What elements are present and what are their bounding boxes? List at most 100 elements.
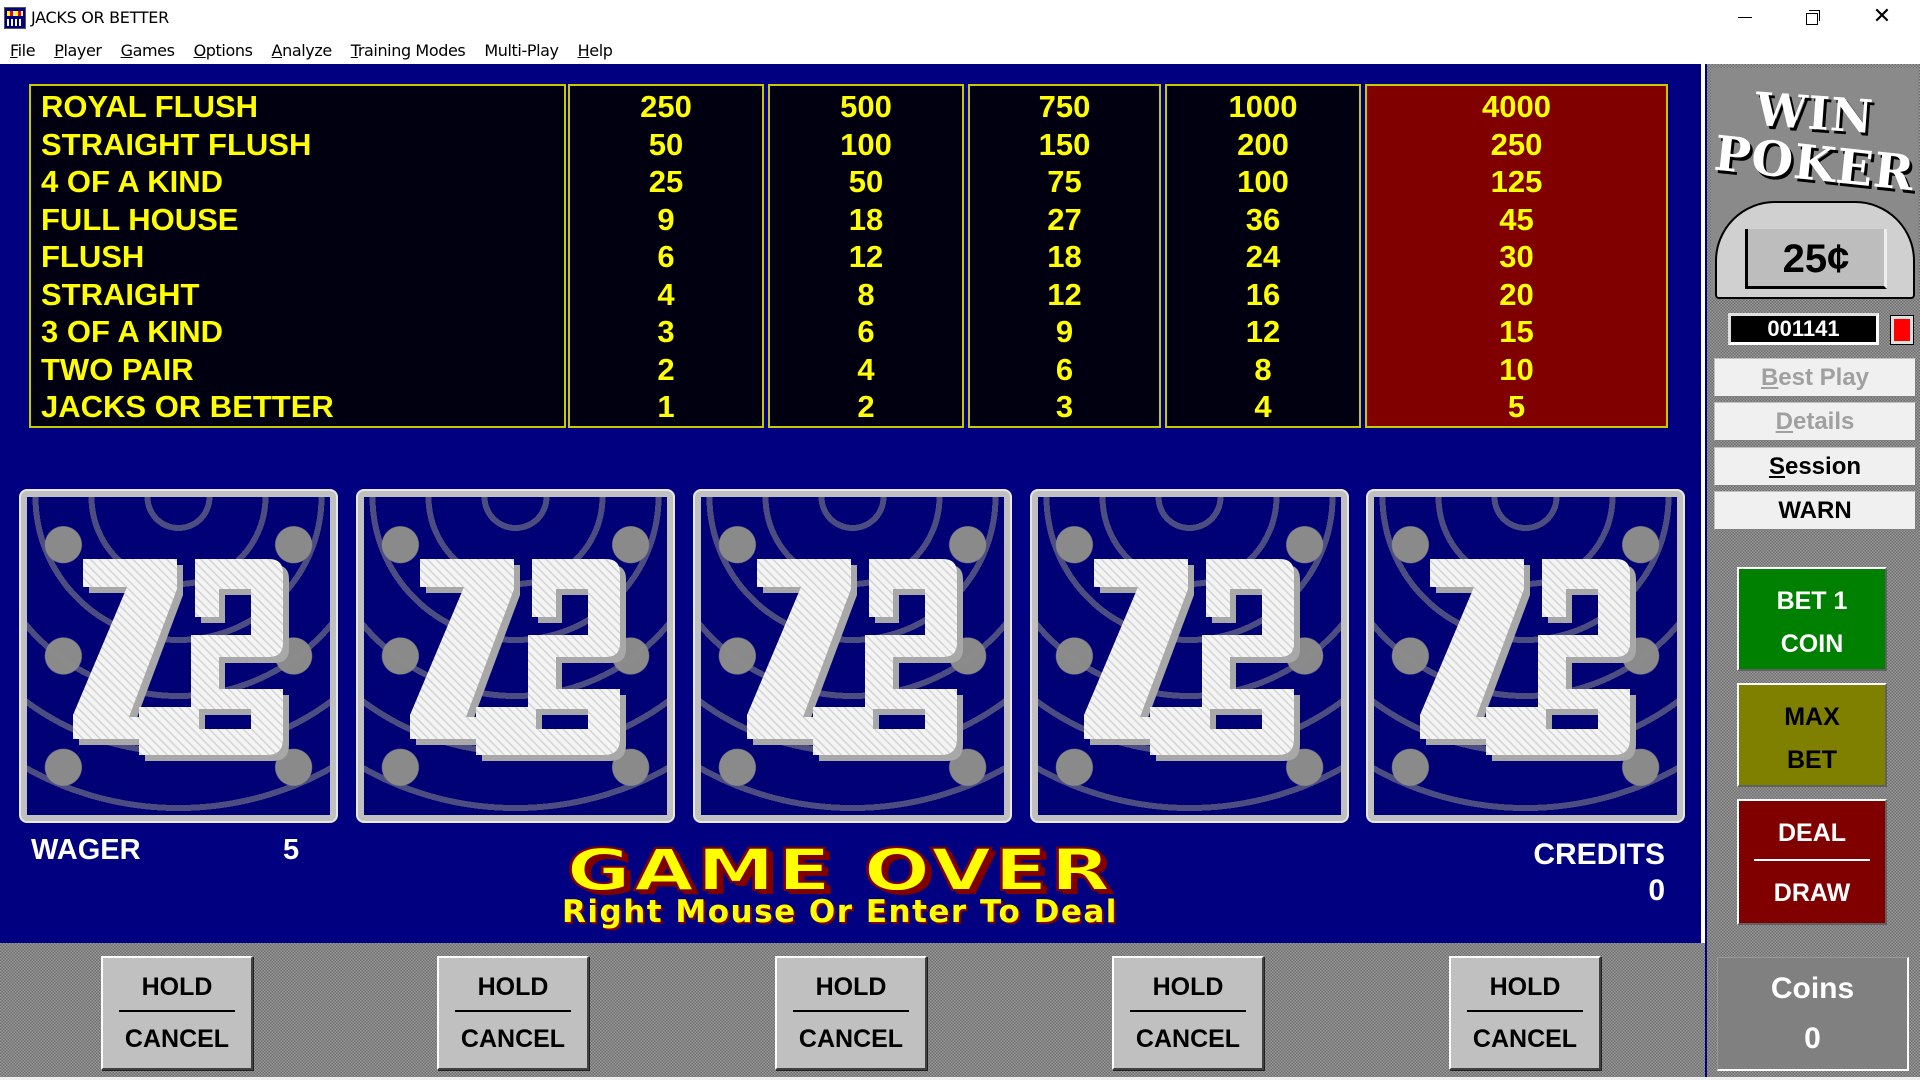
menu-label: Multi-Play xyxy=(484,40,559,60)
label: est Play xyxy=(1778,364,1870,391)
menu-multi-play[interactable]: Multi-Play xyxy=(484,40,559,60)
paytable-payout: 500 xyxy=(840,89,892,124)
bet-one-coin-button[interactable]: BET 1 COIN xyxy=(1737,567,1887,671)
close-icon: ✕ xyxy=(1872,4,1892,29)
menu-label: nalyze xyxy=(282,40,332,60)
menu-games[interactable]: Games xyxy=(121,41,175,60)
hold-label: HOLD xyxy=(1489,973,1561,1001)
paytable-payout: 4 xyxy=(657,276,675,312)
divider xyxy=(1754,859,1870,861)
minimize-button[interactable] xyxy=(1711,0,1779,34)
paytable-payout: 9 xyxy=(657,201,675,237)
menu-training-modes[interactable]: Training Modes xyxy=(351,41,466,60)
menu-label: ptions xyxy=(205,40,253,60)
menu-accel: H xyxy=(577,40,590,60)
paytable-column-5-coins-highlighted: 4000 250 125 45 30 20 15 10 5 xyxy=(1365,84,1668,428)
paytable-payout: 36 xyxy=(1245,201,1281,237)
paytable-payout: 24 xyxy=(1245,239,1281,274)
wager-label: WAGER xyxy=(31,834,141,866)
card-back xyxy=(364,497,667,815)
credits-value: 0 xyxy=(1648,874,1665,907)
label-line-1: MAX xyxy=(1784,703,1840,731)
paytable-payout: 12 xyxy=(1245,314,1281,349)
paytable-payout: 12 xyxy=(848,239,884,274)
label-line-1: BET 1 xyxy=(1776,587,1848,615)
warn-button[interactable]: WARN xyxy=(1714,491,1916,530)
paytable-payout: 4000 xyxy=(1482,89,1551,124)
card-2[interactable] xyxy=(356,489,675,823)
hold-label: HOLD xyxy=(1152,973,1224,1001)
card-back xyxy=(27,497,330,815)
hold-cancel-button-5[interactable]: HOLD CANCEL xyxy=(1449,956,1601,1070)
menu-label: elp xyxy=(589,40,613,60)
hold-cancel-button-3[interactable]: HOLD CANCEL xyxy=(775,956,927,1070)
label: WARN xyxy=(1778,497,1852,524)
game-table: ROYAL FLUSH STRAIGHT FLUSH 4 OF A KIND FULL… xyxy=(0,64,1703,943)
paytable-payout: 5 xyxy=(1507,389,1526,424)
deal-draw-button[interactable]: DEAL DRAW xyxy=(1737,799,1887,925)
paytable-payout: 1 xyxy=(657,389,675,424)
credits-label: CREDITS xyxy=(1533,838,1665,871)
paytable-payout: 150 xyxy=(1038,126,1091,162)
paytable-payout: 12 xyxy=(1047,276,1082,312)
card-back-logo-icon xyxy=(1080,539,1302,777)
label: ession xyxy=(1784,453,1862,480)
paytable-hand-name: ROYAL FLUSH xyxy=(41,89,259,124)
details-button[interactable]: Details xyxy=(1714,402,1916,441)
card-back xyxy=(1038,497,1341,815)
menu-file[interactable]: File xyxy=(10,41,36,60)
menu-accel: A xyxy=(271,40,283,60)
restore-icon xyxy=(1806,10,1820,25)
paytable-payout: 3 xyxy=(657,314,675,349)
menu-bar: File Player Games Options Analyze Traini… xyxy=(0,36,1920,64)
paytable-hand-name: 3 OF A KIND xyxy=(41,314,223,349)
hold-label: HOLD xyxy=(477,973,549,1001)
best-play-button[interactable]: Best Play xyxy=(1714,358,1916,397)
menu-label: layer xyxy=(63,40,102,60)
menu-analyze[interactable]: Analyze xyxy=(271,40,333,60)
coins-label: Coins xyxy=(1770,972,1855,1005)
cancel-label: CANCEL xyxy=(124,1025,230,1053)
side-panel: WIN POKER 25¢ 001141 Best Play Details S… xyxy=(1705,64,1920,1078)
paytable-payout: 250 xyxy=(1490,126,1543,162)
session-button[interactable]: Session xyxy=(1714,447,1916,486)
paytable-payout: 45 xyxy=(1499,201,1534,237)
menu-player[interactable]: Player xyxy=(54,40,102,60)
close-button[interactable]: ✕ xyxy=(1848,0,1916,34)
card-5[interactable] xyxy=(1366,489,1685,823)
menu-accel: G xyxy=(120,40,133,60)
paytable-hand-name: STRAIGHT xyxy=(41,276,200,312)
menu-help[interactable]: Help xyxy=(578,41,613,60)
card-back-logo-icon xyxy=(406,539,628,777)
paytable-payout: 25 xyxy=(648,164,684,199)
max-bet-button[interactable]: MAX BET xyxy=(1737,683,1887,787)
card-3[interactable] xyxy=(693,489,1012,823)
paytable-payout: 2 xyxy=(657,351,675,387)
paytable-payout: 30 xyxy=(1499,239,1534,274)
paytable-payout: 3 xyxy=(1055,389,1074,424)
cancel-label: CANCEL xyxy=(798,1025,904,1053)
paytable-hand-name: JACKS OR BETTER xyxy=(41,389,334,424)
hold-cancel-button-2[interactable]: HOLD CANCEL xyxy=(437,956,589,1070)
card-4[interactable] xyxy=(1030,489,1349,823)
paytable-payout: 9 xyxy=(1055,314,1074,349)
hold-cancel-button-4[interactable]: HOLD CANCEL xyxy=(1112,956,1264,1070)
paytable-payout: 8 xyxy=(857,276,875,312)
divider xyxy=(1467,1010,1583,1012)
denomination-display: 25¢ xyxy=(1715,201,1915,299)
hold-label: HOLD xyxy=(815,973,887,1001)
denomination-value: 25¢ xyxy=(1782,237,1850,281)
menu-accel: O xyxy=(193,40,207,60)
paytable-payout: 8 xyxy=(1254,351,1272,387)
label: etails xyxy=(1792,408,1855,435)
card-1[interactable] xyxy=(19,489,338,823)
divider xyxy=(793,1010,909,1012)
paytable-payout: 100 xyxy=(1237,164,1289,199)
hold-cancel-button-1[interactable]: HOLD CANCEL xyxy=(101,956,253,1070)
divider xyxy=(119,1010,235,1012)
minimize-icon xyxy=(1738,16,1752,18)
menu-options[interactable]: Options xyxy=(194,41,253,60)
restore-button[interactable] xyxy=(1779,0,1847,34)
denomination-window: 25¢ xyxy=(1745,229,1887,289)
paytable-payout: 27 xyxy=(1047,201,1082,237)
